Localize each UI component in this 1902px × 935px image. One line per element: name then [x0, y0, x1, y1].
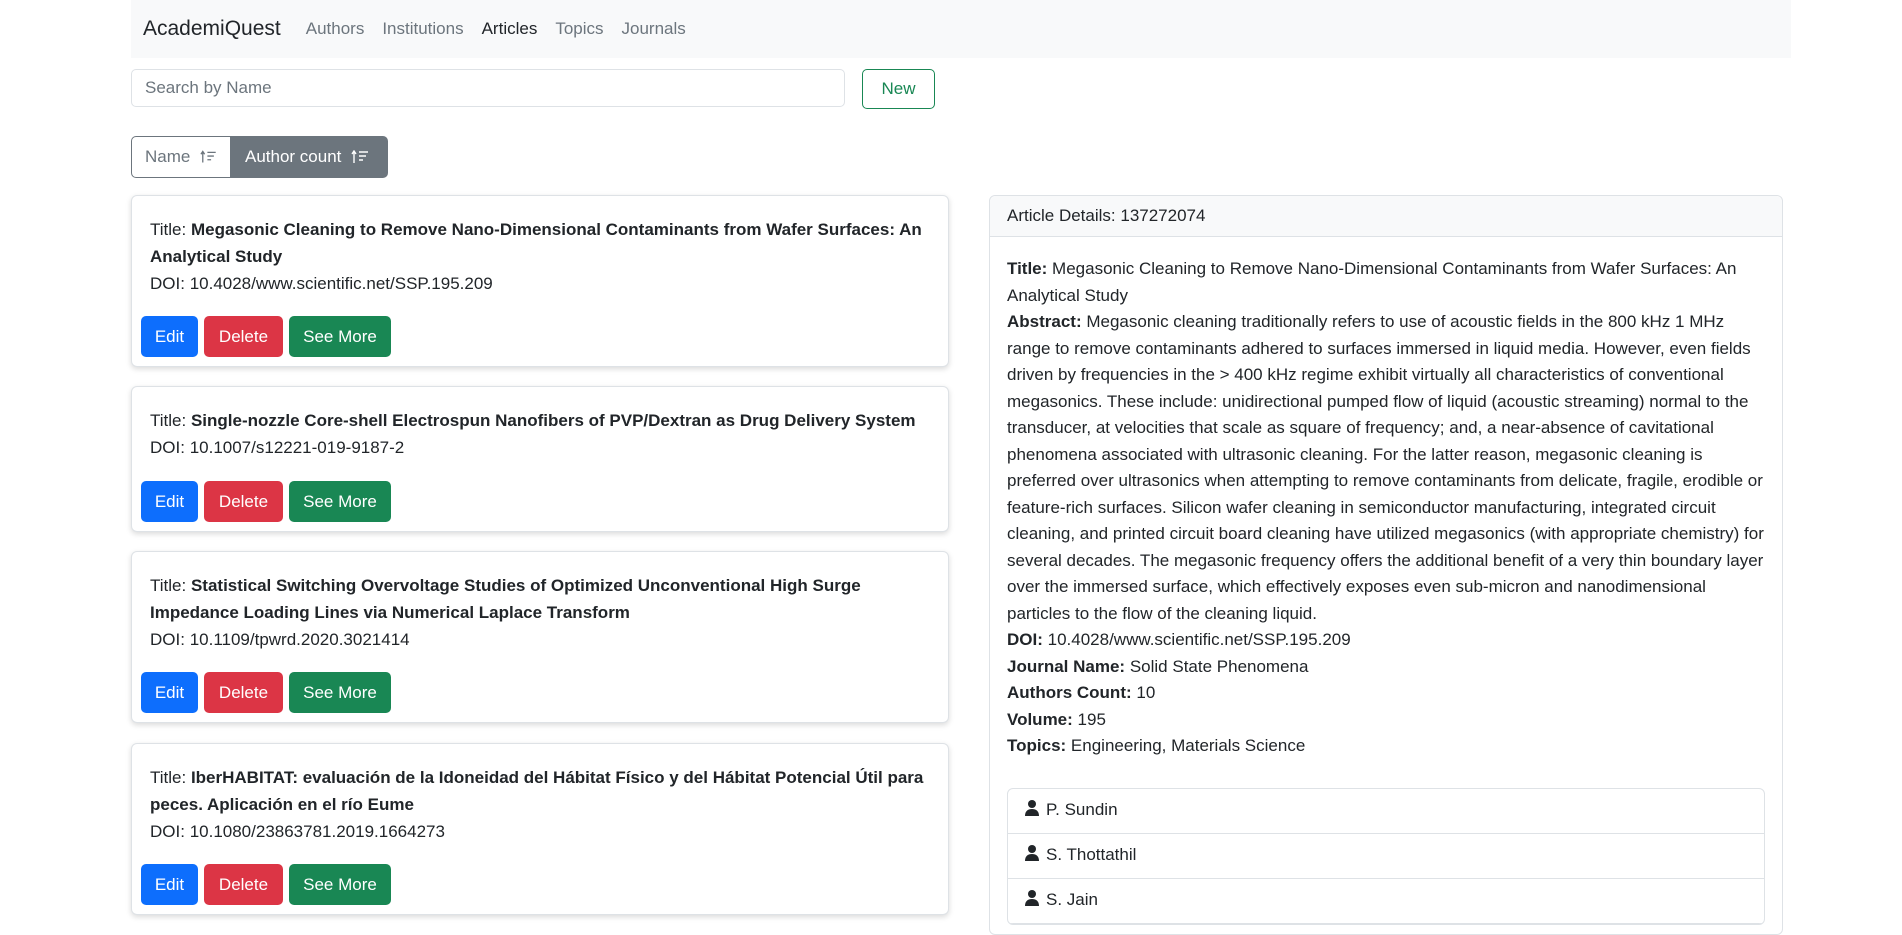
article-title: Title: Megasonic Cleaning to Remove Nano…: [150, 216, 930, 270]
article-card: Title: Megasonic Cleaning to Remove Nano…: [131, 195, 949, 367]
brand-logo[interactable]: AcademiQuest: [143, 17, 281, 41]
title-value: Single-nozzle Core-shell Electrospun Nan…: [190, 411, 916, 430]
detail-journal-label: Journal Name:: [1007, 656, 1126, 676]
detail-doi: DOI: 10.4028/www.scientific.net/SSP.195.…: [1007, 627, 1765, 654]
detail-authors-count: Authors Count: 10: [1007, 680, 1765, 707]
edit-button[interactable]: Edit: [141, 316, 198, 357]
nav-link-journals[interactable]: Journals: [622, 19, 686, 39]
title-value: Megasonic Cleaning to Remove Nano-Dimens…: [150, 220, 922, 266]
detail-authors-count-label: Authors Count:: [1007, 683, 1132, 702]
detail-abstract-label: Abstract:: [1007, 312, 1082, 331]
title-label: Title:: [150, 411, 187, 430]
new-button[interactable]: New: [862, 69, 935, 109]
author-name: S. Jain: [1046, 890, 1098, 910]
article-card: Title: Single-nozzle Core-shell Electros…: [131, 386, 949, 532]
delete-button[interactable]: Delete: [204, 481, 283, 522]
article-title: Title: Single-nozzle Core-shell Electros…: [150, 407, 930, 434]
sort-button-group: Name Author count: [131, 136, 388, 178]
author-list-item[interactable]: P. Sundin: [1008, 789, 1764, 834]
article-title: Title: IberHABITAT: evaluación de la Ido…: [150, 764, 930, 818]
detail-topics: Topics: Engineering, Materials Science: [1007, 733, 1765, 760]
title-label: Title:: [150, 768, 187, 787]
doi-value: 10.1080/23863781.2019.1664273: [189, 822, 445, 841]
sort-name-label: Name: [145, 147, 191, 166]
detail-journal-value: Solid State Phenomena: [1129, 656, 1309, 676]
see-more-button[interactable]: See More: [289, 316, 391, 357]
article-doi: DOI: 10.4028/www.scientific.net/SSP.195.…: [150, 270, 930, 297]
doi-value: 10.4028/www.scientific.net/SSP.195.209: [189, 274, 493, 293]
edit-button[interactable]: Edit: [141, 864, 198, 905]
article-title: Title: Statistical Switching Overvoltage…: [150, 572, 930, 626]
navbar: AcademiQuest Authors Institutions Articl…: [131, 0, 1791, 58]
search-input[interactable]: [131, 69, 845, 107]
doi-label: DOI:: [150, 274, 185, 293]
see-more-button[interactable]: See More: [289, 672, 391, 713]
sort-by-name-button[interactable]: Name: [131, 136, 231, 178]
title-label: Title:: [150, 576, 187, 595]
person-icon: [1025, 799, 1039, 816]
sort-count-label: Author count: [245, 147, 342, 166]
detail-doi-value: 10.4028/www.scientific.net/SSP.195.209: [1047, 630, 1351, 649]
delete-button[interactable]: Delete: [204, 672, 283, 713]
doi-value: 10.1007/s12221-019-9187-2: [189, 438, 405, 457]
edit-button[interactable]: Edit: [141, 672, 198, 713]
article-details-panel: Article Details: 137272074 Title: Megaso…: [989, 195, 1783, 935]
article-doi: DOI: 10.1109/tpwrd.2020.3021414: [150, 626, 930, 653]
detail-title-value: Megasonic Cleaning to Remove Nano-Dimens…: [1007, 259, 1737, 305]
article-card: Title: Statistical Switching Overvoltage…: [131, 551, 949, 723]
details-header: Article Details: 137272074: [990, 196, 1782, 237]
detail-authors-count-value: 10: [1136, 683, 1156, 702]
doi-label: DOI:: [150, 630, 185, 649]
detail-topics-label: Topics:: [1007, 736, 1067, 755]
article-doi: DOI: 10.1007/s12221-019-9187-2: [150, 434, 930, 461]
person-icon: [1025, 889, 1039, 906]
author-name: P. Sundin: [1046, 800, 1118, 820]
title-label: Title:: [150, 220, 187, 239]
sort-by-author-count-button[interactable]: Author count: [231, 136, 388, 178]
see-more-button[interactable]: See More: [289, 864, 391, 905]
doi-label: DOI:: [150, 822, 185, 841]
edit-button[interactable]: Edit: [141, 481, 198, 522]
detail-doi-label: DOI:: [1007, 630, 1043, 649]
detail-title: Title: Megasonic Cleaning to Remove Nano…: [1007, 256, 1765, 309]
author-list: P. Sundin S. Thottathil S. Jain: [1007, 787, 1765, 925]
detail-abstract-value: Megasonic cleaning traditionally refers …: [1007, 312, 1764, 623]
delete-button[interactable]: Delete: [204, 864, 283, 905]
detail-volume: Volume: 195: [1007, 707, 1765, 734]
article-card: Title: IberHABITAT: evaluación de la Ido…: [131, 743, 949, 915]
detail-journal: Journal Name: Solid State Phenomena: [1007, 654, 1765, 681]
doi-value: 10.1109/tpwrd.2020.3021414: [189, 630, 410, 649]
author-name: S. Thottathil: [1046, 845, 1137, 865]
author-list-item[interactable]: S. Jain: [1008, 879, 1764, 924]
delete-button[interactable]: Delete: [204, 316, 283, 357]
detail-volume-label: Volume:: [1007, 709, 1073, 729]
title-value: Statistical Switching Overvoltage Studie…: [150, 576, 861, 622]
nav-link-authors[interactable]: Authors: [306, 19, 365, 39]
doi-label: DOI:: [150, 438, 185, 457]
sort-ascending-icon: [200, 150, 217, 163]
detail-title-label: Title:: [1007, 259, 1048, 278]
author-list-item[interactable]: S. Thottathil: [1008, 834, 1764, 879]
detail-topics-value: Engineering, Materials Science: [1070, 736, 1306, 755]
nav-link-articles[interactable]: Articles: [482, 19, 538, 39]
sort-ascending-icon: [351, 150, 369, 163]
title-value: IberHABITAT: evaluación de la Idoneidad …: [150, 768, 924, 814]
person-icon: [1025, 844, 1039, 861]
nav-link-topics[interactable]: Topics: [555, 19, 603, 39]
see-more-button[interactable]: See More: [289, 481, 391, 522]
detail-abstract: Abstract: Megasonic cleaning traditional…: [1007, 309, 1765, 627]
detail-volume-value: 195: [1077, 709, 1106, 729]
nav-link-institutions[interactable]: Institutions: [382, 19, 463, 39]
article-doi: DOI: 10.1080/23863781.2019.1664273: [150, 818, 930, 845]
